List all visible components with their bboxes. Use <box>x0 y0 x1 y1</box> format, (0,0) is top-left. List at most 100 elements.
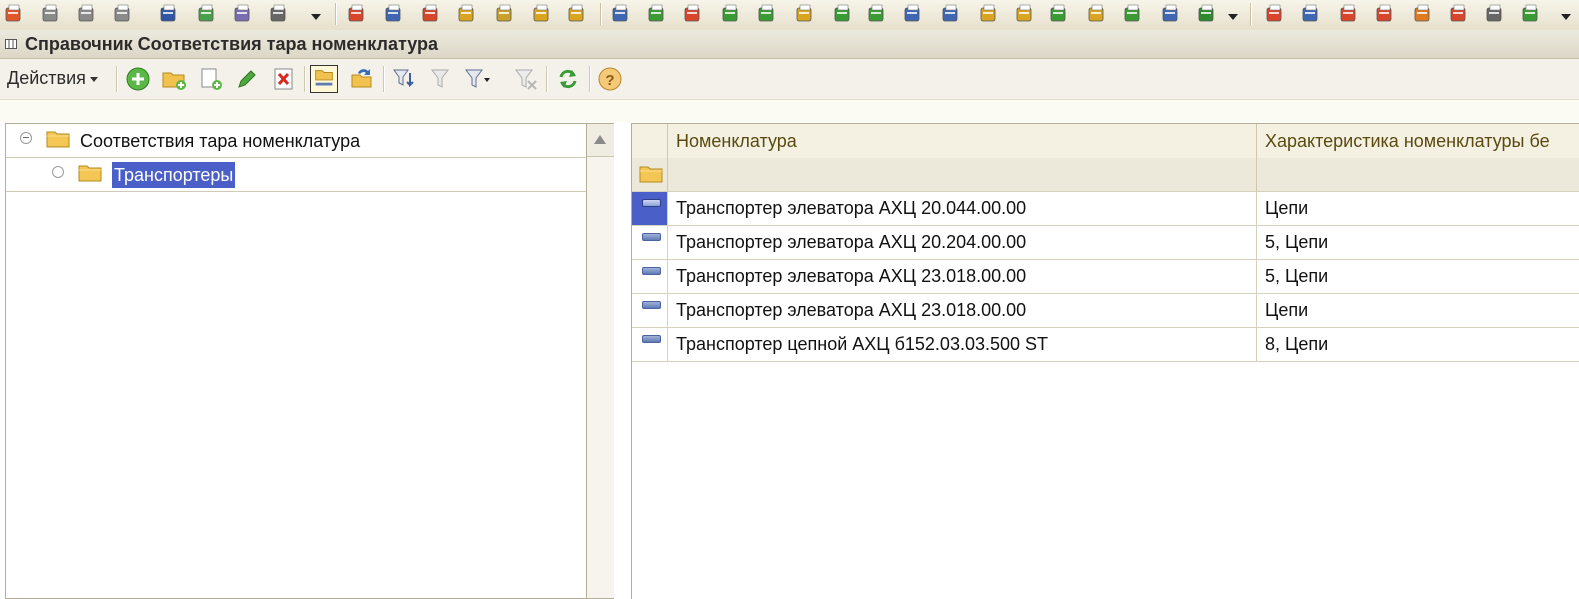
table-row[interactable]: Транспортер элеватора АХЦ 23.018.00.00 Ц… <box>632 294 1579 328</box>
characteristic-cell: Цепи <box>1265 198 1309 218</box>
groups-tree[interactable]: Соответствия тара номенклатура Транспорт… <box>5 123 614 599</box>
doc-coins-icon[interactable] <box>978 2 1000 24</box>
coins-icon[interactable] <box>456 2 478 24</box>
sigma-blue-icon[interactable] <box>1300 2 1322 24</box>
toolbar-separator <box>1250 3 1252 25</box>
coins-arrow-icon[interactable] <box>566 2 588 24</box>
sigma-doc-icon[interactable] <box>1374 2 1396 24</box>
characteristic-cell: 8, Цепи <box>1265 334 1329 354</box>
edit-pencil-icon[interactable] <box>233 65 261 93</box>
row-marker <box>632 260 668 293</box>
sigma-list-icon[interactable] <box>1484 2 1506 24</box>
cart-red-icon[interactable] <box>682 2 704 24</box>
coins-check-icon[interactable] <box>1086 2 1108 24</box>
cart-icon[interactable] <box>610 2 632 24</box>
add-button[interactable] <box>124 65 152 93</box>
copy-button[interactable] <box>197 65 225 93</box>
table-header: Номенклатура Характеристика номенклатуры… <box>632 124 1579 159</box>
nomenclature-cell: Транспортер элеватора АХЦ 23.018.00.00 <box>668 260 1257 293</box>
warehouse-person-icon[interactable] <box>346 2 368 24</box>
nomenclature-cell: Транспортер элеватора АХЦ 20.044.00.00 <box>668 192 1257 225</box>
table-row[interactable]: Транспортер элеватора АХЦ 23.018.00.00 5… <box>632 260 1579 294</box>
print-preview-icon[interactable] <box>40 2 62 24</box>
hierarchy-view-button[interactable] <box>310 65 338 93</box>
item-icon <box>642 301 661 309</box>
toolbar-separator <box>304 66 306 92</box>
tree-structure-icon[interactable] <box>158 2 180 24</box>
item-icon <box>642 233 661 241</box>
folder-icon <box>639 166 663 183</box>
doc-green-icon[interactable] <box>756 2 778 24</box>
edit-doc-icon[interactable] <box>232 2 254 24</box>
green-book-icon[interactable] <box>1196 2 1218 24</box>
sigma-check-icon[interactable] <box>1520 2 1542 24</box>
table-cell <box>668 158 1257 191</box>
actions-menu-button[interactable]: Действия <box>7 68 98 89</box>
doc-percent-icon[interactable] <box>1122 2 1144 24</box>
window-title-bar: Справочник Соответствия тара номенклатур… <box>0 30 1579 59</box>
check-list-icon[interactable] <box>1048 2 1070 24</box>
row-marker <box>632 158 668 191</box>
sigma-red-icon[interactable] <box>1264 2 1286 24</box>
person-cart-icon[interactable] <box>1160 2 1182 24</box>
sigma-orange-icon[interactable] <box>1412 2 1434 24</box>
table-group-row[interactable] <box>632 158 1579 192</box>
warehouse-out-icon[interactable] <box>420 2 442 24</box>
window-title: Справочник Соответствия тара номенклатур… <box>25 34 439 54</box>
help-icon[interactable]: ? <box>596 65 624 93</box>
doc-refresh-icon[interactable] <box>940 2 962 24</box>
filter-icon[interactable] <box>390 65 418 93</box>
dropdown-arrow-icon[interactable] <box>1561 14 1571 20</box>
doc-list-icon[interactable] <box>902 2 924 24</box>
sigma-icon[interactable] <box>1448 2 1470 24</box>
tree-root-label: Соответствия тара номенклатура <box>80 131 361 151</box>
print-icon[interactable] <box>76 2 98 24</box>
item-icon <box>642 335 661 343</box>
tree-scrollbar[interactable] <box>586 124 614 598</box>
person-red-icon[interactable] <box>1338 2 1360 24</box>
nomenclature-cell: Транспортер цепной АХЦ б152.03.03.500 ST <box>668 328 1257 361</box>
doc-move-icon[interactable] <box>866 2 888 24</box>
dropdown-arrow-icon[interactable] <box>311 14 321 20</box>
calculator-icon[interactable] <box>196 2 218 24</box>
scroll-up-icon[interactable] <box>587 124 614 157</box>
item-icon <box>642 199 661 207</box>
table-row[interactable]: Транспортер элеватора АХЦ 20.044.00.00 Ц… <box>632 192 1579 226</box>
row-marker-header <box>632 124 668 158</box>
filter-disabled-icon[interactable] <box>427 65 455 93</box>
collapse-icon[interactable] <box>20 132 32 144</box>
printer-icon[interactable] <box>3 2 25 24</box>
form-spacer <box>0 100 1579 122</box>
dropdown-arrow-icon[interactable] <box>1228 14 1238 20</box>
refresh-icon[interactable] <box>554 65 582 93</box>
tree-child-label: Транспортеры <box>112 162 236 188</box>
items-table[interactable]: Номенклатура Характеристика номенклатуры… <box>631 123 1579 599</box>
table-row[interactable]: Транспортер цепной АХЦ б152.03.03.500 ST… <box>632 328 1579 362</box>
table-row[interactable]: Транспортер элеватора АХЦ 20.204.00.00 5… <box>632 226 1579 260</box>
filter-dropdown-icon[interactable] <box>463 65 491 93</box>
table-cell <box>1257 158 1579 191</box>
nomenclature-cell: Транспортер элеватора АХЦ 23.018.00.00 <box>668 294 1257 327</box>
book-icon[interactable] <box>832 2 854 24</box>
coins-stack-icon[interactable] <box>794 2 816 24</box>
hierarchy-list-button[interactable] <box>348 65 376 93</box>
chart-icon[interactable] <box>531 2 553 24</box>
add-group-button[interactable] <box>160 65 188 93</box>
column-header-nomenclature[interactable]: Номенклатура <box>668 124 1257 158</box>
delete-button[interactable] <box>270 65 298 93</box>
tree-root-row[interactable]: Соответствия тара номенклатура <box>6 124 586 158</box>
warehouse-in-icon[interactable] <box>383 2 405 24</box>
doc-arrow-icon[interactable] <box>720 2 742 24</box>
cart-arrow-icon[interactable] <box>646 2 668 24</box>
stats-icon[interactable] <box>494 2 516 24</box>
doc-coin-icon[interactable] <box>1014 2 1036 24</box>
toolbar-separator <box>546 66 548 92</box>
table-icon[interactable] <box>268 2 290 24</box>
filter-clear-icon[interactable] <box>512 65 540 93</box>
svg-text:?: ? <box>605 72 614 89</box>
print-setup-icon[interactable] <box>112 2 134 24</box>
column-header-characteristic[interactable]: Характеристика номенклатуры бе <box>1257 124 1579 158</box>
actions-menu-label: Действия <box>7 68 86 88</box>
tree-child-row[interactable]: Транспортеры <box>6 158 586 192</box>
nomenclature-cell: Транспортер элеватора АХЦ 20.204.00.00 <box>668 226 1257 259</box>
